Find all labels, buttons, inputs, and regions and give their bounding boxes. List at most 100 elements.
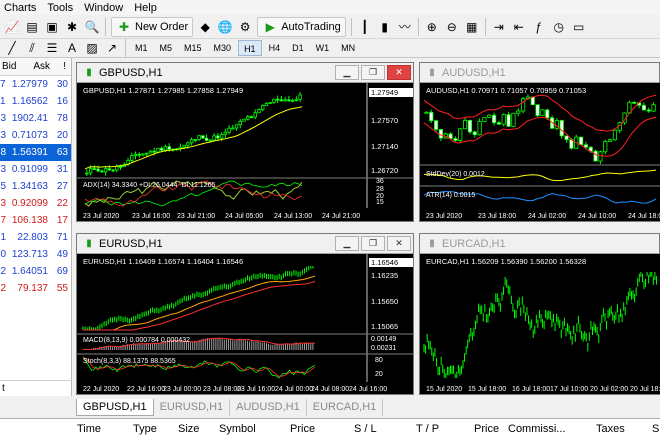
chart-window-eurcad[interactable]: ▮ EURCAD,H1 EURCAD,H1 1.56209 1.56390 1.… [419,233,660,395]
chart-canvas[interactable]: EURCAD,H1 1.56209 1.56390 1.56200 1.5632… [420,254,660,394]
col-symbol[interactable]: Symbol [219,423,256,435]
candle-body [182,144,186,148]
fibonacci-icon[interactable]: ☰ [44,40,60,56]
chart-background [420,83,660,221]
chart-canvas[interactable]: AUDUSD,H1 0.70971 0.71057 0.70959 0.7105… [420,83,660,221]
chart-tabs: GBPUSD,H1 EURUSD,H1 AUDUSD,H1 EURCAD,H1 [76,399,384,416]
candlestick-icon[interactable]: ▮ [377,19,393,35]
metaeditor-icon[interactable]: ◆ [197,19,213,35]
restore-button[interactable]: ❐ [361,65,385,80]
market-watch-row[interactable]: 3 0.92099 22 [0,195,71,212]
market-watch-row[interactable]: 161.1656216 [0,93,71,110]
market-watch-row[interactable]: 8 1.56391 63 [0,144,71,161]
indicators-icon[interactable]: ƒ [531,19,547,35]
time-axis-label: 23 Jul 18:00 [478,213,516,220]
menu-window[interactable]: Window [84,2,128,14]
menu-charts[interactable]: Charts [4,2,41,14]
minimize-button[interactable]: ▁ [335,236,359,251]
market-watch-row[interactable]: 3 0.91099 31 [0,161,71,178]
col-swap[interactable]: S [652,423,659,435]
profiles-icon[interactable]: ▤ [24,19,40,35]
tile-windows-icon[interactable]: ▦ [464,19,480,35]
col-ask[interactable]: Ask [20,61,50,72]
close-button[interactable]: ✕ [387,236,411,251]
line-chart-icon[interactable]: 〰 [397,19,413,35]
chart-window-audusd[interactable]: ▮ AUDUSD,H1 AUDUSD,H1 0.70971 0.71057 0.… [419,62,660,222]
timeframe-d1[interactable]: D1 [287,40,309,56]
text-icon[interactable]: A [64,40,80,56]
timeframe-h4[interactable]: H4 [264,40,286,56]
price-axis-label: 1.16546 [371,258,398,267]
close-button[interactable]: ✕ [387,65,411,80]
label-icon[interactable]: ▨ [84,40,100,56]
col-type[interactable]: Type [133,423,157,435]
timeframe-m15[interactable]: M15 [179,40,207,56]
chart-titlebar[interactable]: ▮ EURCAD,H1 [420,234,659,254]
signals-icon[interactable]: 🌐 [217,19,233,35]
tester-icon[interactable]: ⚙ [237,19,253,35]
col-price-current[interactable]: Price [474,423,499,435]
tab-gbpusd[interactable]: GBPUSD,H1 [76,399,154,416]
candle-body [472,131,477,136]
menu-help[interactable]: Help [134,2,162,14]
col-taxes[interactable]: Taxes [596,423,625,435]
timeframe-w1[interactable]: W1 [311,40,335,56]
chart-shift-icon[interactable]: ⇤ [511,19,527,35]
col-sl[interactable]: S / L [354,423,377,435]
new-chart-icon[interactable]: 📈 [4,19,20,35]
periods-icon[interactable]: ◷ [551,19,567,35]
trendline-icon[interactable]: ╱ [4,40,20,56]
arrows-icon[interactable]: ↗ [104,40,120,56]
market-watch-row[interactable]: 2 79.137 55 [0,280,71,297]
timeframe-mn[interactable]: MN [336,40,360,56]
auto-scroll-icon[interactable]: ⇥ [491,19,507,35]
timeframe-m1[interactable]: M1 [130,40,153,56]
tab-eurcad[interactable]: EURCAD,H1 [307,399,384,416]
navigator-icon[interactable]: ✱ [64,19,80,35]
chart-window-eurusd[interactable]: ▮ EURUSD,H1 ▁ ❐ ✕ EURUSD,H1 1.16409 1.16… [76,233,414,395]
timeframe-m30[interactable]: M30 [209,40,237,56]
market-watch-row[interactable]: 5 1.34163 27 [0,178,71,195]
bar-chart-icon[interactable]: ┃ [357,19,373,35]
indicator-level-label: 0.00231 [371,345,396,352]
col-time[interactable]: Time [77,423,101,435]
market-watch-row[interactable]: 791.2797930 [0,76,71,93]
col-bid[interactable]: Bid [0,61,20,72]
col-tp[interactable]: T / P [416,423,439,435]
menu-tools[interactable]: Tools [47,2,78,14]
zoom-in-icon[interactable]: ⊕ [424,19,440,35]
data-window-icon[interactable]: 🔍 [84,19,100,35]
minimize-button[interactable]: ▁ [335,65,359,80]
templates-icon[interactable]: ▭ [571,19,587,35]
timeframe-m5[interactable]: M5 [155,40,178,56]
new-order-button[interactable]: ✚ New Order [111,16,194,37]
market-watch-row[interactable]: 3 1902.41 78 [0,110,71,127]
market-watch-row[interactable]: 7 106.138 17 [0,212,71,229]
tab-eurusd[interactable]: EURUSD,H1 [154,399,231,416]
chart-titlebar[interactable]: ▮ AUDUSD,H1 [420,63,659,83]
market-watch-icon[interactable]: ▣ [44,19,60,35]
market-watch-row[interactable]: 0 123.713 49 [0,246,71,263]
timeframe-h1[interactable]: H1 [238,40,262,56]
col-size[interactable]: Size [178,423,199,435]
autotrading-button[interactable]: ▶ AutoTrading [257,16,346,37]
channel-icon[interactable]: ⫽ [24,40,40,56]
tab-audusd[interactable]: AUDUSD,H1 [230,399,307,416]
chart-canvas[interactable]: GBPUSD,H1 1.27871 1.27985 1.27858 1.2794… [77,83,413,221]
chart-titlebar[interactable]: ▮ EURUSD,H1 ▁ ❐ ✕ [77,234,413,254]
chart-info-label: EURUSD,H1 1.16409 1.16574 1.16404 1.1654… [83,257,243,266]
market-watch-row[interactable]: 2 1.64051 69 [0,263,71,280]
zoom-out-icon[interactable]: ⊖ [444,19,460,35]
col-price[interactable]: Price [290,423,315,435]
col-spread[interactable]: ! [50,61,70,72]
mw-spread: 17 [56,215,68,226]
restore-button[interactable]: ❐ [361,236,385,251]
chart-canvas[interactable]: EURUSD,H1 1.16409 1.16574 1.16404 1.1654… [77,254,413,394]
col-commission[interactable]: Commissi... [508,423,565,435]
candle-body [651,104,656,112]
chart-titlebar[interactable]: ▮ GBPUSD,H1 ▁ ❐ ✕ [77,63,413,83]
market-watch-row[interactable]: 3 0.71073 20 [0,127,71,144]
chart-window-gbpusd[interactable]: ▮ GBPUSD,H1 ▁ ❐ ✕ GBPUSD,H1 1.27871 1.27… [76,62,414,222]
market-watch-row[interactable]: 1 22.803 71 [0,229,71,246]
mw-ask: 106.138 [11,215,48,226]
